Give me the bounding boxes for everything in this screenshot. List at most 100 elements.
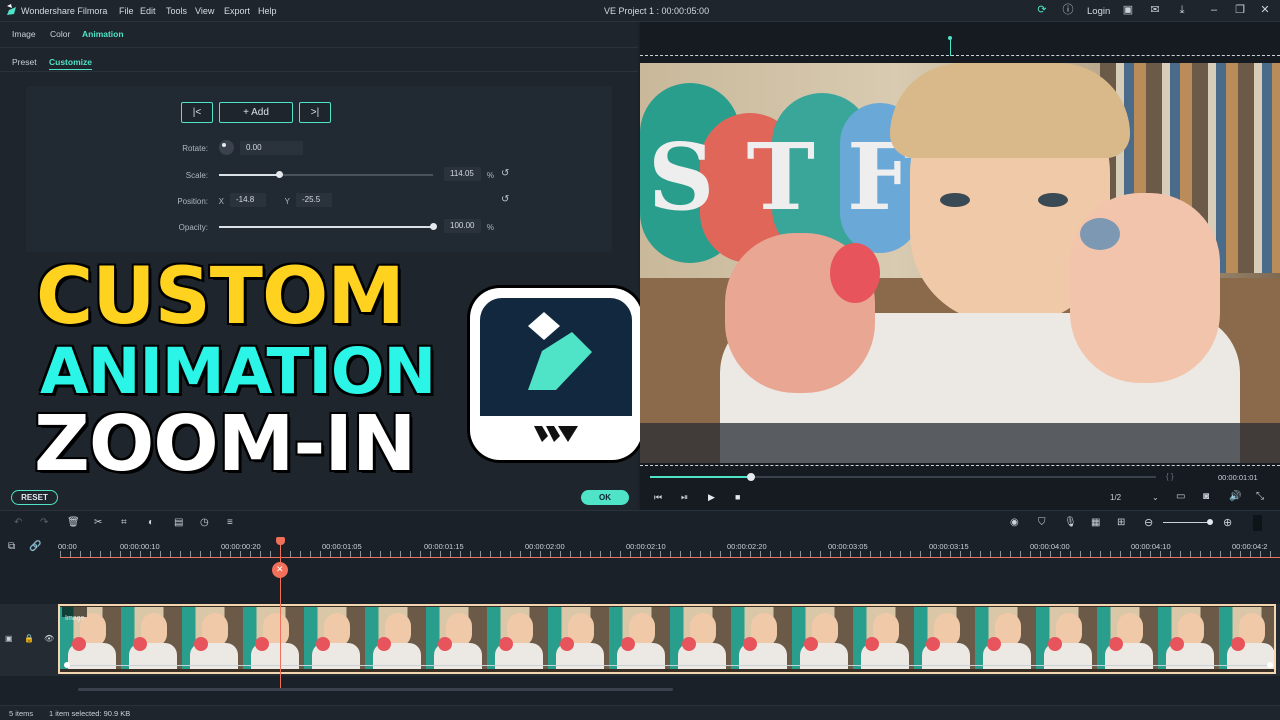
download-icon[interactable]: ⤓ (1176, 4, 1188, 16)
marker-icon[interactable]: ⛉ (1038, 517, 1046, 528)
rotate-label: Rotate: (182, 144, 208, 153)
scale-knob[interactable] (275, 171, 283, 178)
chevron-down-icon[interactable]: ⌄ (1152, 493, 1159, 502)
scale-slider[interactable] (219, 171, 433, 178)
reset-button[interactable]: RESET (11, 490, 58, 505)
crop-icon[interactable]: ⌗ (121, 517, 127, 528)
step-back-icon[interactable]: ⏯ (681, 492, 688, 503)
clip-thumbnail (853, 607, 914, 669)
opacity-knob[interactable] (430, 223, 437, 230)
clip-thumbnail (365, 607, 426, 669)
opacity-slider[interactable] (219, 223, 437, 230)
collapse-handle[interactable] (1253, 515, 1262, 531)
rotate-value[interactable]: 0.00 (240, 141, 303, 155)
audio-mixer-icon[interactable]: ▦ (1091, 517, 1100, 528)
menu-tools[interactable]: Tools (166, 6, 187, 16)
redo-icon[interactable]: ↷ (40, 517, 48, 528)
keyframe-marker-icon[interactable]: ✕ (272, 562, 288, 578)
mark-braces[interactable]: { } (1166, 472, 1174, 481)
eye-icon[interactable]: 👁 (44, 634, 54, 643)
ruler-label: 00:00:01:15 (424, 542, 464, 551)
info-icon[interactable]: ⓘ (1062, 4, 1074, 16)
volume-icon[interactable]: 🔊 (1229, 491, 1241, 502)
clip-thumbnail (1219, 607, 1274, 669)
menu-help[interactable]: Help (258, 6, 277, 16)
ok-button[interactable]: OK (581, 490, 629, 505)
clip-thumbnail (914, 607, 975, 669)
position-reset-icon[interactable]: ↺ (501, 194, 509, 205)
sync-icon[interactable]: ⟳ (1036, 4, 1048, 16)
zoom-knob[interactable] (1207, 519, 1213, 525)
ruler-label: 00:00:03:05 (828, 542, 868, 551)
stop-icon[interactable]: ■ (735, 492, 740, 502)
login-link[interactable]: Login (1087, 6, 1110, 17)
snapshot-track-icon[interactable]: ⊞ (1117, 517, 1125, 528)
prev-frame-icon[interactable]: ⏮ (654, 492, 662, 503)
rotate-dial[interactable] (219, 140, 234, 155)
playhead-handle[interactable] (276, 537, 285, 545)
clip-label: Image (65, 615, 85, 622)
tab-color[interactable]: Color (50, 29, 70, 39)
minimize-icon[interactable]: – (1208, 4, 1220, 16)
menu-edit[interactable]: Edit (140, 6, 156, 16)
snapshot-icon[interactable]: ◙ (1203, 491, 1209, 502)
play-icon[interactable]: ▶ (708, 492, 715, 503)
mic-icon[interactable]: 🎙 (1064, 517, 1077, 528)
color-icon[interactable]: ◐ (148, 517, 154, 528)
timeline-scrollbar[interactable] (78, 688, 673, 691)
scale-reset-icon[interactable]: ↺ (501, 168, 509, 179)
zoom-in-icon[interactable]: ⊕ (1223, 516, 1232, 529)
playhead[interactable] (280, 538, 281, 688)
monitor-icon[interactable]: ▭ (1176, 491, 1185, 502)
green-screen-icon[interactable]: ▤ (174, 517, 183, 528)
menu-export[interactable]: Export (224, 6, 250, 16)
status-items: 5 items (9, 709, 34, 718)
overlay-title-animation: ANIMATION (40, 335, 436, 408)
prev-keyframe-button[interactable]: |< (181, 102, 213, 123)
clip-end-handle[interactable] (1267, 662, 1273, 668)
opacity-value[interactable]: 100.00 (444, 219, 481, 233)
scale-value[interactable]: 114.05 (444, 167, 481, 181)
cut-icon[interactable]: ✂ (94, 517, 102, 528)
tab-animation[interactable]: Animation (82, 29, 124, 39)
position-x-value[interactable]: -14.8 (230, 193, 266, 207)
subtab-preset[interactable]: Preset (12, 57, 37, 67)
render-icon[interactable]: ◉ (1010, 517, 1019, 528)
clip-thumbnail (426, 607, 487, 669)
preview-scrubber[interactable] (650, 473, 1156, 481)
egg-letters: S T F (648, 123, 913, 231)
save-icon[interactable]: ▣ (1122, 4, 1134, 16)
mail-icon[interactable]: ✉ (1149, 4, 1161, 16)
undo-icon[interactable]: ↶ (14, 517, 22, 528)
adjust-icon[interactable]: ≡ (227, 517, 233, 528)
fullscreen-icon[interactable]: ⤡ (1256, 491, 1264, 502)
clip-thumbnail (609, 607, 670, 669)
position-y-label: Y (284, 197, 290, 206)
clip-start-handle[interactable] (64, 662, 70, 668)
clip-thumbnail (792, 607, 853, 669)
position-label: Position: (177, 197, 208, 206)
title-bar: Wondershare Filmora File Edit Tools View… (0, 0, 1280, 22)
zoom-out-icon[interactable]: ⊖ (1144, 516, 1153, 529)
zoom-slider[interactable] (1163, 519, 1213, 525)
subtab-customize[interactable]: Customize (49, 57, 92, 67)
menu-file[interactable]: File (119, 6, 134, 16)
link-icon[interactable]: 🔗 (29, 541, 41, 552)
menu-view[interactable]: View (195, 6, 214, 16)
add-keyframe-button[interactable]: + Add (219, 102, 293, 123)
wondershare-icon (534, 426, 578, 442)
position-y-value[interactable]: -25.5 (296, 193, 332, 207)
ruler-label: 00:00:02:20 (727, 542, 767, 551)
delete-icon[interactable]: 🗑 (67, 517, 80, 528)
maximize-icon[interactable]: ❐ (1234, 4, 1246, 16)
clip-volume-line[interactable] (66, 665, 1270, 666)
filmora-mark-icon (528, 312, 592, 390)
tab-image[interactable]: Image (12, 29, 36, 39)
add-track-icon[interactable]: ⧉ (8, 541, 15, 552)
close-icon[interactable]: ✕ (1259, 4, 1271, 16)
quality-select[interactable]: 1/2 (1110, 493, 1121, 502)
speed-icon[interactable]: ◷ (200, 517, 209, 528)
ruler-label: 00:00:03:15 (929, 542, 969, 551)
lock-icon[interactable]: 🔒 (24, 634, 34, 643)
next-keyframe-button[interactable]: >| (299, 102, 331, 123)
